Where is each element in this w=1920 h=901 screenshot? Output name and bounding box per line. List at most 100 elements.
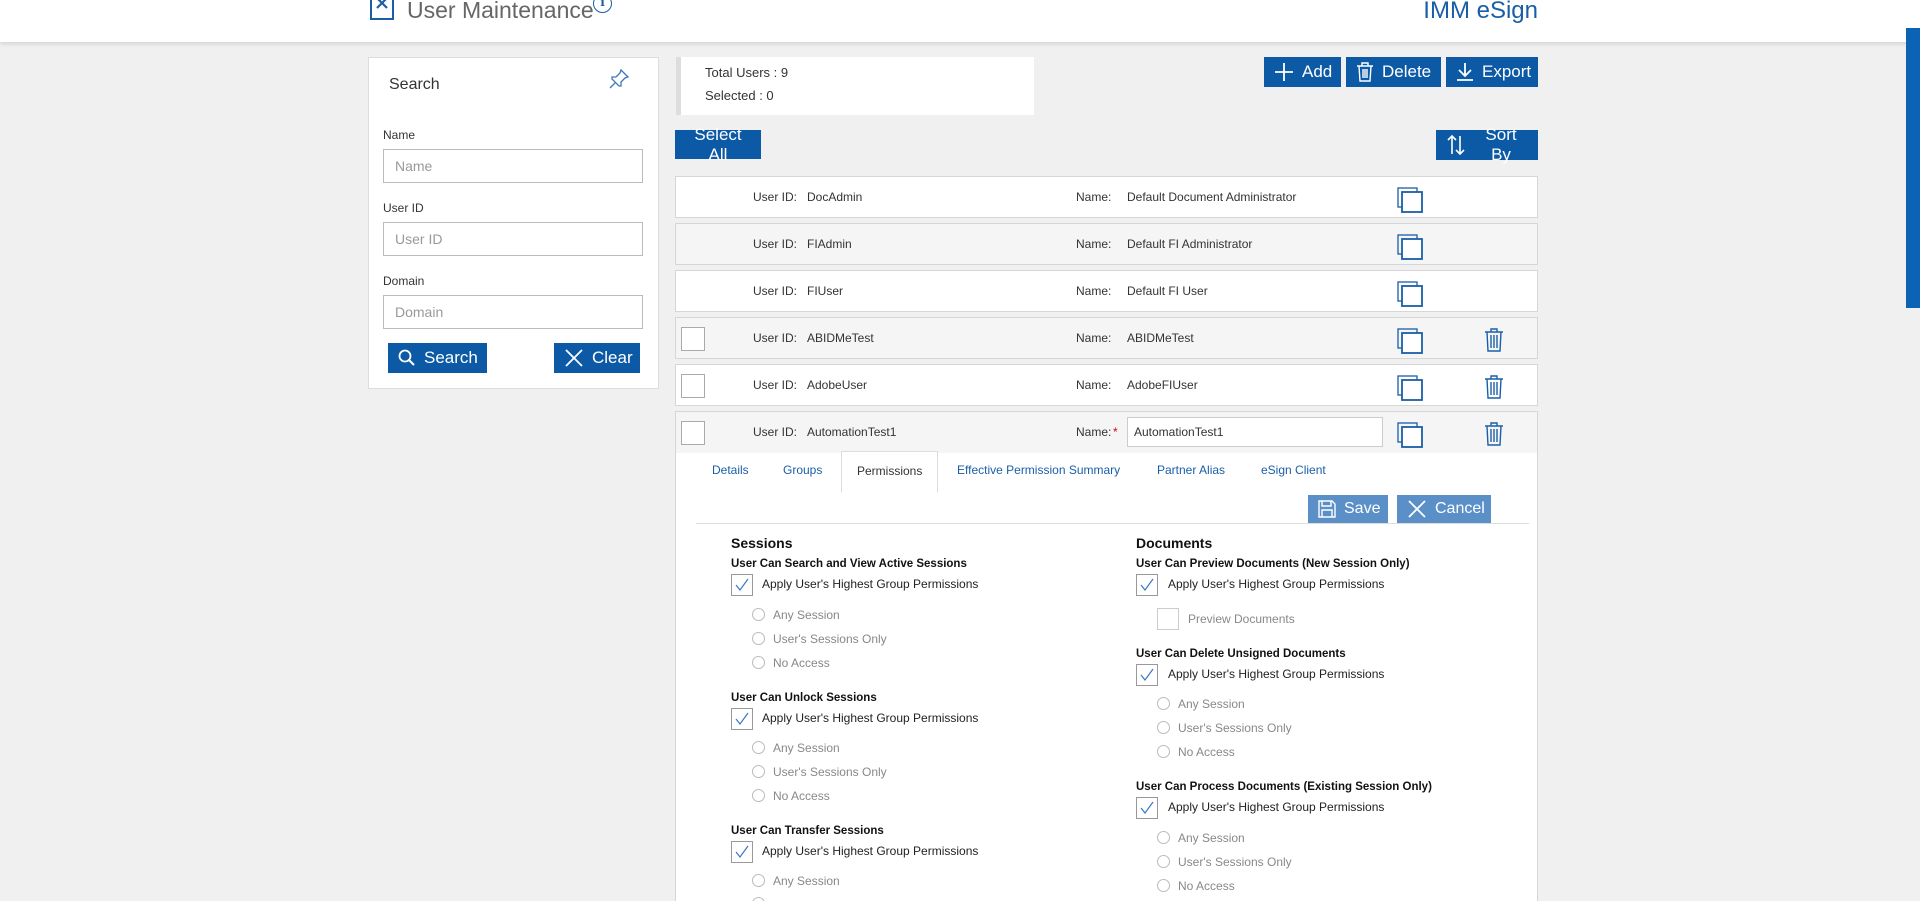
- radio-label: Any Session: [773, 874, 840, 888]
- radio-users-sessions-only[interactable]: [1157, 721, 1170, 734]
- name-search-input[interactable]: [383, 149, 643, 183]
- trash-icon: [1357, 62, 1373, 82]
- selected-count: Selected : 0: [705, 88, 774, 103]
- close-icon: [1408, 500, 1426, 518]
- divider: [696, 523, 1529, 524]
- row-checkbox[interactable]: [681, 421, 705, 445]
- radio-label: Any Session: [773, 608, 840, 622]
- userid-search-input[interactable]: [383, 222, 643, 256]
- radio-any-session[interactable]: [752, 608, 765, 621]
- user-id-label: User ID:: [753, 331, 798, 345]
- download-icon: [1457, 63, 1473, 81]
- add-button[interactable]: Add: [1264, 57, 1341, 87]
- apply-group-permissions-checkbox[interactable]: [1136, 574, 1158, 596]
- radio-users-sessions-only[interactable]: [752, 897, 765, 901]
- tab-effective-permission-summary[interactable]: Effective Permission Summary: [957, 463, 1120, 477]
- apply-group-permissions-checkbox[interactable]: [731, 708, 753, 730]
- user-detail-panel: Details Groups Permissions Effective Per…: [675, 451, 1538, 901]
- tab-groups[interactable]: Groups: [783, 463, 822, 477]
- sessions-section-title: Sessions: [731, 535, 793, 551]
- select-all-button[interactable]: Select All: [675, 125, 761, 164]
- radio-label: No Access: [1178, 879, 1235, 893]
- plus-icon: [1275, 63, 1293, 81]
- name-label: Name:: [1076, 237, 1112, 251]
- user-id-value: FIUser: [807, 284, 843, 298]
- user-id-label: User ID:: [753, 237, 798, 251]
- copy-icon[interactable]: [1397, 187, 1423, 218]
- radio-any-session[interactable]: [1157, 831, 1170, 844]
- copy-icon[interactable]: [1397, 375, 1423, 406]
- clear-button[interactable]: Clear: [554, 343, 640, 373]
- close-icon: [565, 349, 583, 367]
- search-panel-title: Search: [389, 76, 440, 93]
- user-row-expanded[interactable]: User ID: AutomationTest1 Name: *: [675, 411, 1538, 453]
- sort-icon: [1447, 134, 1465, 156]
- cancel-button[interactable]: Cancel: [1397, 495, 1491, 523]
- required-mark: *: [1113, 425, 1118, 439]
- apply-group-permissions-label: Apply User's Highest Group Permissions: [762, 577, 979, 591]
- user-id-value: FIAdmin: [807, 237, 852, 251]
- apply-group-permissions-checkbox[interactable]: [1136, 797, 1158, 819]
- copy-icon[interactable]: [1397, 328, 1423, 359]
- user-name-value: AdobeFIUser: [1127, 378, 1198, 392]
- apply-group-permissions-checkbox[interactable]: [731, 574, 753, 596]
- pin-icon[interactable]: [607, 67, 631, 96]
- copy-icon[interactable]: [1397, 234, 1423, 265]
- radio-users-sessions-only[interactable]: [752, 765, 765, 778]
- trash-icon[interactable]: [1484, 375, 1504, 404]
- user-row[interactable]: User ID: DocAdmin Name: Default Document…: [675, 176, 1538, 218]
- tab-details[interactable]: Details: [712, 463, 749, 477]
- add-button-label: Add: [1302, 62, 1333, 81]
- row-checkbox[interactable]: [681, 327, 705, 351]
- radio-label: No Access: [773, 789, 830, 803]
- radio-no-access[interactable]: [752, 656, 765, 669]
- tab-partner-alias[interactable]: Partner Alias: [1157, 463, 1225, 477]
- user-id-label: User ID:: [753, 378, 798, 392]
- user-row[interactable]: User ID: ABIDMeTest Name: ABIDMeTest: [675, 317, 1538, 359]
- apply-group-permissions-label: Apply User's Highest Group Permissions: [762, 844, 979, 858]
- perm-transfer-sessions: User Can Transfer Sessions: [731, 825, 884, 837]
- domain-label: Domain: [383, 274, 425, 288]
- radio-users-sessions-only[interactable]: [752, 632, 765, 645]
- export-button[interactable]: Export: [1446, 57, 1538, 87]
- radio-no-access[interactable]: [1157, 745, 1170, 758]
- row-checkbox[interactable]: [681, 374, 705, 398]
- userid-label: User ID: [383, 201, 424, 215]
- sort-by-label: Sort By: [1485, 125, 1517, 164]
- name-label: Name: [383, 128, 416, 142]
- user-name-input[interactable]: [1127, 417, 1383, 447]
- radio-no-access[interactable]: [752, 789, 765, 802]
- save-button[interactable]: Save: [1308, 495, 1388, 523]
- trash-icon[interactable]: [1484, 328, 1504, 357]
- radio-users-sessions-only[interactable]: [1157, 855, 1170, 868]
- trash-icon[interactable]: [1484, 422, 1504, 451]
- tab-permissions[interactable]: Permissions: [841, 451, 939, 493]
- user-id-value: DocAdmin: [807, 190, 863, 204]
- user-row[interactable]: User ID: FIAdmin Name: Default FI Admini…: [675, 223, 1538, 265]
- delete-button[interactable]: Delete: [1346, 57, 1441, 87]
- preview-documents-checkbox[interactable]: [1157, 608, 1179, 630]
- user-maintenance-icon: [370, 0, 394, 20]
- search-panel: Search Name User ID Domain Search Clear: [368, 57, 659, 389]
- radio-label: User's Sessions Only: [773, 632, 887, 646]
- tab-esign-client[interactable]: eSign Client: [1261, 463, 1326, 477]
- clear-button-label: Clear: [592, 348, 633, 367]
- copy-icon[interactable]: [1397, 281, 1423, 312]
- radio-any-session[interactable]: [752, 741, 765, 754]
- info-icon[interactable]: i: [593, 0, 612, 13]
- user-id-label: User ID:: [753, 425, 798, 439]
- sort-by-button[interactable]: Sort By: [1436, 125, 1538, 164]
- perm-process-documents: User Can Process Documents (Existing Ses…: [1136, 781, 1432, 793]
- apply-group-permissions-checkbox[interactable]: [1136, 664, 1158, 686]
- copy-icon[interactable]: [1397, 422, 1423, 453]
- domain-search-input[interactable]: [383, 295, 643, 329]
- search-button[interactable]: Search: [388, 343, 487, 373]
- page-scrollbar[interactable]: [1906, 28, 1920, 308]
- user-row[interactable]: User ID: AdobeUser Name: AdobeFIUser: [675, 364, 1538, 406]
- radio-any-session[interactable]: [752, 874, 765, 887]
- user-id-value: ABIDMeTest: [807, 331, 874, 345]
- user-row[interactable]: User ID: FIUser Name: Default FI User: [675, 270, 1538, 312]
- radio-no-access[interactable]: [1157, 879, 1170, 892]
- apply-group-permissions-checkbox[interactable]: [731, 841, 753, 863]
- radio-any-session[interactable]: [1157, 697, 1170, 710]
